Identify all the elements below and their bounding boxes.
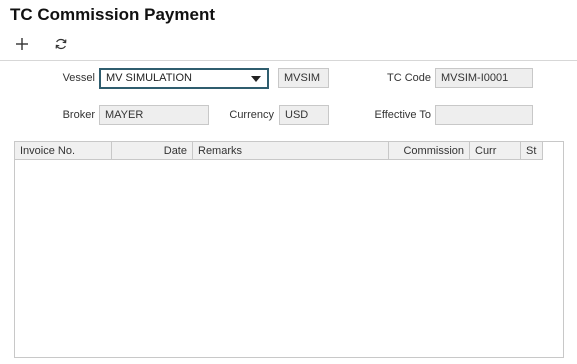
toolbar-divider [0,60,577,61]
effective-to-field[interactable] [435,105,533,125]
col-invoice-no[interactable]: Invoice No. [15,142,112,160]
tc-code-label: TC Code [386,72,431,84]
vessel-select-value: MV SIMULATION [106,72,192,84]
vessel-label: Vessel [62,72,95,84]
col-curr[interactable]: Curr [470,142,521,160]
broker-label: Broker [62,109,95,121]
col-remarks[interactable]: Remarks [193,142,389,160]
col-st[interactable]: St [521,142,543,160]
refresh-button[interactable] [50,33,72,55]
page-title: TC Commission Payment [10,5,215,24]
refresh-icon [55,38,67,50]
col-date[interactable]: Date [112,142,193,160]
effective-to-label: Effective To [374,109,431,121]
chevron-down-icon [251,76,261,82]
vessel-code-field: MVSIM [278,68,329,88]
grid-header: Invoice No. Date Remarks Commission Curr… [15,142,543,160]
col-commission[interactable]: Commission [389,142,470,160]
vessel-select[interactable]: MV SIMULATION [99,68,269,89]
plus-icon [16,38,28,50]
commission-grid[interactable]: Invoice No. Date Remarks Commission Curr… [14,141,564,358]
broker-field[interactable]: MAYER [99,105,209,125]
add-button[interactable] [11,33,33,55]
tc-code-field: MVSIM-I0001 [435,68,533,88]
currency-field[interactable]: USD [279,105,329,125]
currency-label: Currency [229,109,274,121]
